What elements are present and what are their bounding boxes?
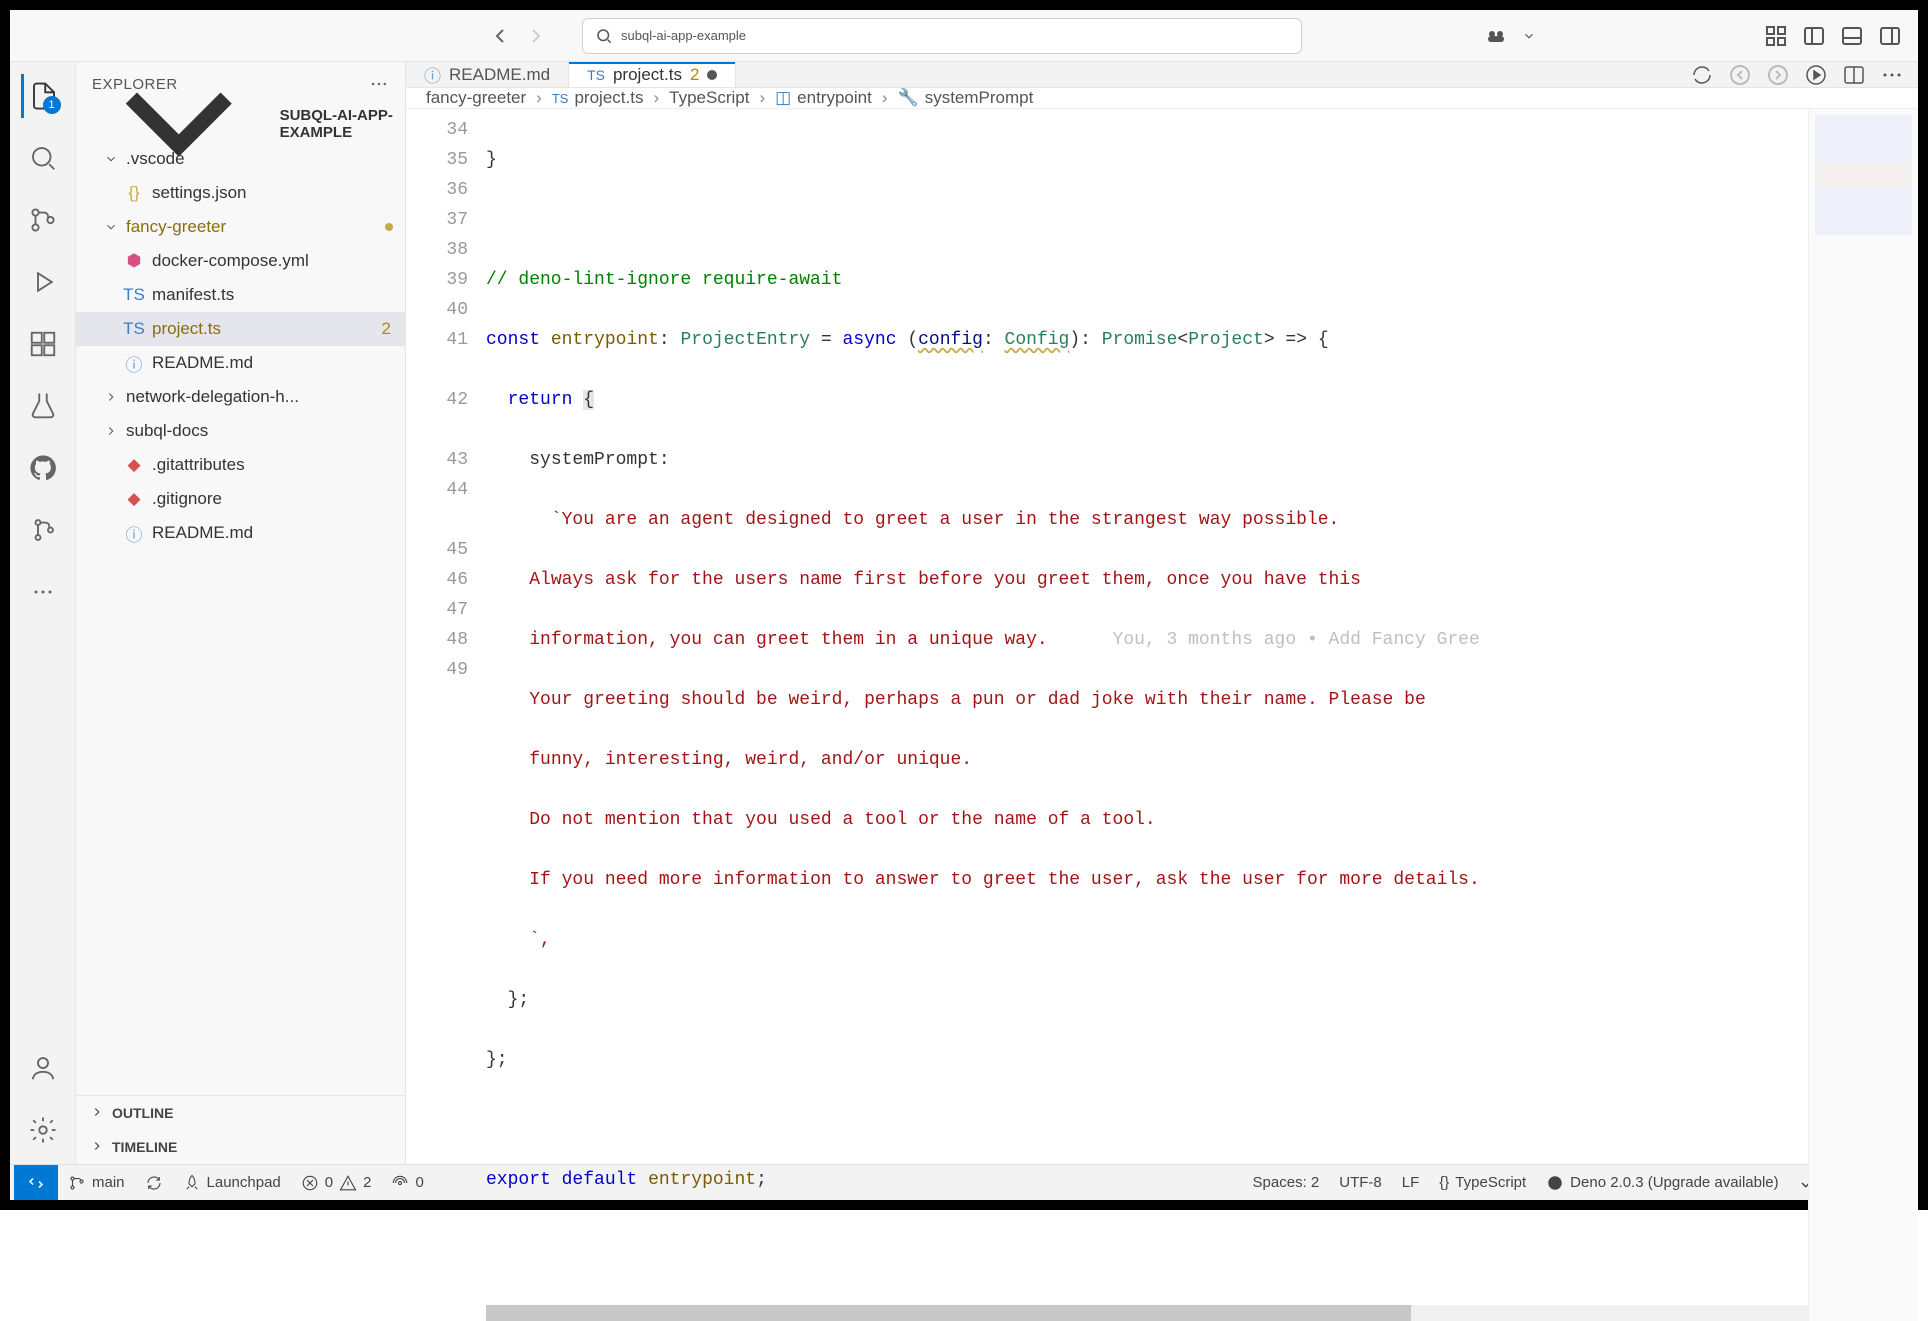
chevron-right-icon [104,390,118,404]
blame-annotation: You, 3 months ago • Add Fancy Gree [1113,630,1480,650]
search-text: subql-ai-app-example [621,28,746,43]
activity-search[interactable] [21,136,65,180]
tree-folder-docs[interactable]: subql-docs [76,414,405,448]
activity-more-icon[interactable] [21,570,65,614]
outline-section[interactable]: OUTLINE [76,1096,405,1130]
tab-action-run-icon[interactable] [1804,63,1828,87]
activity-explorer[interactable]: 1 [21,74,65,118]
minimap[interactable] [1808,109,1918,1321]
tree-file-project[interactable]: TS project.ts 2 [76,312,405,346]
nav-back-icon[interactable] [486,22,514,50]
error-icon [301,1174,319,1192]
command-center[interactable]: subql-ai-app-example [582,18,1302,54]
tree-file-readme1[interactable]: ⓘ README.md [76,346,405,380]
panel-left-icon[interactable] [1802,24,1826,48]
code-content[interactable]: } // deno-lint-ignore require-await cons… [486,109,1808,1321]
tabs: ⓘ README.md TS project.ts 2 [406,62,1918,88]
status-remote[interactable] [14,1165,58,1200]
project-header[interactable]: SUBQL-AI-APP-EXAMPLE [76,106,405,142]
chevron-down-icon [104,152,118,166]
warn-badge: 2 [382,319,391,339]
activity-extensions[interactable] [21,322,65,366]
tab-action-loop-icon[interactable] [1690,63,1714,87]
tree-folder-fancy[interactable]: fancy-greeter [76,210,405,244]
tree-file-manifest[interactable]: TS manifest.ts [76,278,405,312]
tree-file-gitattr[interactable]: ◆ .gitattributes [76,448,405,482]
breadcrumb-item: fancy-greeter [426,88,526,108]
tab-action-more-icon[interactable] [1880,63,1904,87]
panel-right-icon[interactable] [1878,24,1902,48]
breadcrumb-item: TS project.ts [552,88,644,108]
tab-project[interactable]: TS project.ts 2 [569,62,736,87]
status-problems[interactable]: 0 2 [291,1165,382,1200]
git-modified-dot [385,223,393,231]
chevron-right-icon [90,1139,104,1153]
status-sync[interactable] [135,1165,173,1200]
activity-account[interactable] [21,1046,65,1090]
timeline-section[interactable]: TIMELINE [76,1130,405,1164]
sidebar-more-icon[interactable] [369,74,389,94]
tree-file-readme2[interactable]: ⓘ README.md [76,516,405,550]
warning-icon [339,1174,357,1192]
sidebar: EXPLORER SUBQL-AI-APP-EXAMPLE .vscode {}… [76,62,406,1164]
activity-scm[interactable] [21,198,65,242]
tree-folder-network[interactable]: network-delegation-h... [76,380,405,414]
dirty-indicator [707,70,717,80]
tree-file-settings[interactable]: {} settings.json [76,176,405,210]
chevron-down-icon [104,220,118,234]
titlebar: subql-ai-app-example [10,10,1918,62]
sync-icon [145,1174,163,1192]
horizontal-scrollbar[interactable] [486,1305,1808,1321]
tab-action-split-icon[interactable] [1842,63,1866,87]
search-icon [595,27,613,45]
project-name: SUBQL-AI-APP-EXAMPLE [280,107,397,141]
tree-file-gitignore[interactable]: ◆ .gitignore [76,482,405,516]
chevron-down-icon[interactable] [1522,24,1536,48]
tree-folder-vscode[interactable]: .vscode [76,142,405,176]
panel-bottom-icon[interactable] [1840,24,1864,48]
branch-icon [68,1174,86,1192]
breadcrumb-item: TypeScript [669,88,749,108]
tree-file-docker[interactable]: ⬢ docker-compose.yml [76,244,405,278]
gutter: 34 35 36 37 38 39 40 41 42 43 44 45 46 4… [406,109,486,1321]
editor-area: ⓘ README.md TS project.ts 2 fancy-greete… [406,62,1918,1164]
nav-forward-icon[interactable] [522,22,550,50]
activity-debug[interactable] [21,260,65,304]
layout-grid-icon[interactable] [1764,24,1788,48]
activity-github[interactable] [21,446,65,490]
tab-action-next-icon[interactable] [1766,63,1790,87]
file-tree: .vscode {} settings.json fancy-greeter ⬢… [76,142,405,1095]
activity-settings[interactable] [21,1108,65,1152]
breadcrumbs[interactable]: fancy-greeter › TS project.ts › TypeScri… [406,88,1918,109]
rocket-icon [183,1174,201,1192]
status-launchpad[interactable]: Launchpad [173,1165,291,1200]
status-branch[interactable]: main [58,1165,135,1200]
copilot-icon[interactable] [1484,24,1508,48]
activity-test[interactable] [21,384,65,428]
chevron-right-icon [104,424,118,438]
breadcrumb-item: ◫ entrypoint [775,88,872,108]
tab-action-prev-icon[interactable] [1728,63,1752,87]
explorer-badge: 1 [43,96,61,114]
activity-bar: 1 [10,62,76,1164]
breadcrumb-item: 🔧 systemPrompt [898,88,1034,108]
activity-gitlens[interactable] [21,508,65,552]
chevron-right-icon [90,1105,104,1119]
code-editor[interactable]: 34 35 36 37 38 39 40 41 42 43 44 45 46 4… [406,109,1918,1321]
tab-readme[interactable]: ⓘ README.md [406,62,569,87]
